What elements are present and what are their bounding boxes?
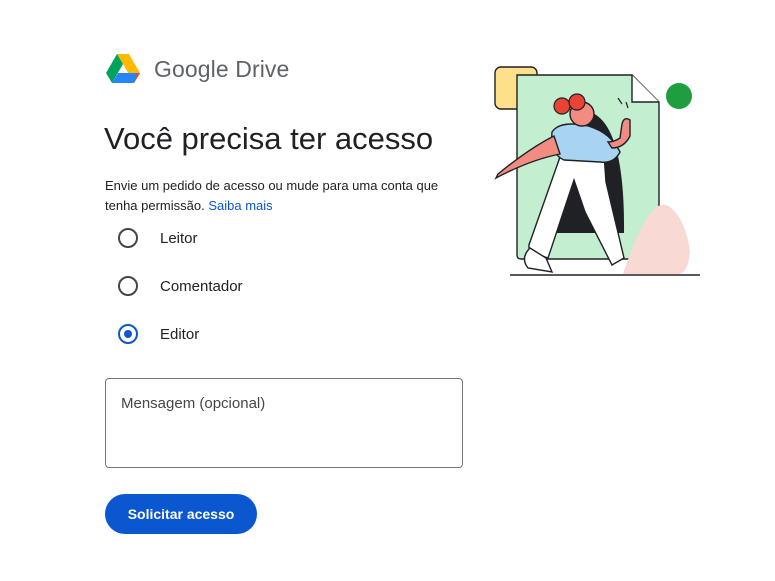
google-drive-logo-icon [106,54,140,84]
role-label: Editor [160,325,200,343]
role-option-leitor[interactable]: Leitor [118,228,198,248]
radio-button-editor[interactable] [118,324,138,344]
request-access-button[interactable]: Solicitar acesso [105,494,257,534]
role-option-comentador[interactable]: Comentador [118,276,243,296]
request-access-page: Google Drive Você precisa ter acesso Env… [0,0,775,581]
brand-header: Google Drive [106,54,289,84]
learn-more-link[interactable]: Saiba mais [208,198,272,213]
message-field[interactable] [105,378,463,468]
role-option-editor[interactable]: Editor [118,324,199,344]
message-input[interactable] [106,379,462,467]
radio-button-leitor[interactable] [118,228,138,248]
radio-button-comentador[interactable] [118,276,138,296]
page-description: Envie um pedido de acesso ou mude para u… [105,176,450,216]
role-label: Comentador [160,277,243,295]
page-title: Você precisa ter acesso [104,121,434,156]
role-label: Leitor [160,229,198,247]
access-illustration [490,62,705,287]
brand-name: Google Drive [154,55,290,82]
